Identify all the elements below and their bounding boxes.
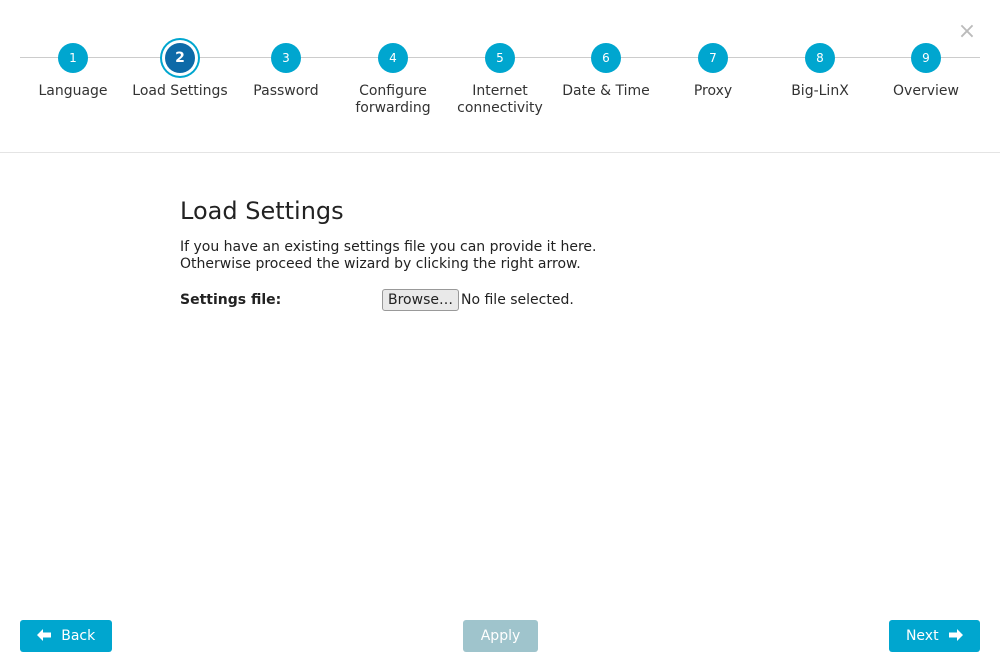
step-password[interactable]: 3 Password bbox=[231, 43, 341, 100]
step-label: Big-LinX bbox=[791, 83, 849, 99]
step-number: 5 bbox=[485, 43, 515, 73]
setup-wizard: × 1 Language 2 Load Settings 3 Password … bbox=[0, 0, 1000, 672]
step-label: Load Settings bbox=[132, 83, 228, 99]
next-button[interactable]: Next bbox=[889, 620, 980, 652]
step-number: 7 bbox=[698, 43, 728, 73]
step-label: Internet connectivity bbox=[457, 83, 543, 116]
apply-button[interactable]: Apply bbox=[463, 620, 538, 652]
step-number: 9 bbox=[911, 43, 941, 73]
step-label: Overview bbox=[893, 83, 959, 99]
page-title: Load Settings bbox=[180, 197, 344, 225]
arrow-left-icon bbox=[36, 629, 51, 641]
step-language[interactable]: 1 Language bbox=[18, 43, 128, 100]
wizard-stepper: 1 Language 2 Load Settings 3 Password 4 … bbox=[0, 0, 1000, 153]
step-number: 8 bbox=[805, 43, 835, 73]
step-proxy[interactable]: 7 Proxy bbox=[658, 43, 768, 100]
file-status: No file selected. bbox=[461, 292, 574, 308]
apply-label: Apply bbox=[480, 628, 521, 644]
browse-button[interactable]: Browse… bbox=[382, 289, 459, 311]
step-number: 3 bbox=[271, 43, 301, 73]
step-label: Configure forwarding bbox=[355, 83, 431, 116]
step-label: Language bbox=[38, 83, 108, 99]
back-label: Back bbox=[61, 628, 96, 644]
description-line-2: Otherwise proceed the wizard by clicking… bbox=[180, 256, 581, 272]
next-label: Next bbox=[905, 628, 939, 644]
step-number: 2 bbox=[165, 43, 195, 73]
arrow-right-icon bbox=[949, 629, 964, 641]
settings-file-label: Settings file: bbox=[180, 292, 282, 308]
step-internet-connectivity[interactable]: 5 Internet connectivity bbox=[445, 43, 555, 117]
step-number: 4 bbox=[378, 43, 408, 73]
step-date-time[interactable]: 6 Date & Time bbox=[551, 43, 661, 100]
step-label: Date & Time bbox=[562, 83, 650, 99]
step-big-linx[interactable]: 8 Big-LinX bbox=[765, 43, 875, 100]
step-label: Proxy bbox=[693, 83, 733, 99]
back-button[interactable]: Back bbox=[20, 620, 112, 652]
settings-file-row: Settings file: Browse… No file selected. bbox=[180, 289, 820, 313]
step-label: Password bbox=[253, 83, 319, 99]
step-number: 1 bbox=[58, 43, 88, 73]
load-settings-panel: Load Settings If you have an existing se… bbox=[180, 196, 820, 313]
step-load-settings[interactable]: 2 Load Settings bbox=[125, 43, 235, 100]
description-line-1: If you have an existing settings file yo… bbox=[180, 239, 597, 255]
step-overview[interactable]: 9 Overview bbox=[871, 43, 981, 100]
step-number: 6 bbox=[591, 43, 621, 73]
step-configure-forwarding[interactable]: 4 Configure forwarding bbox=[338, 43, 448, 117]
